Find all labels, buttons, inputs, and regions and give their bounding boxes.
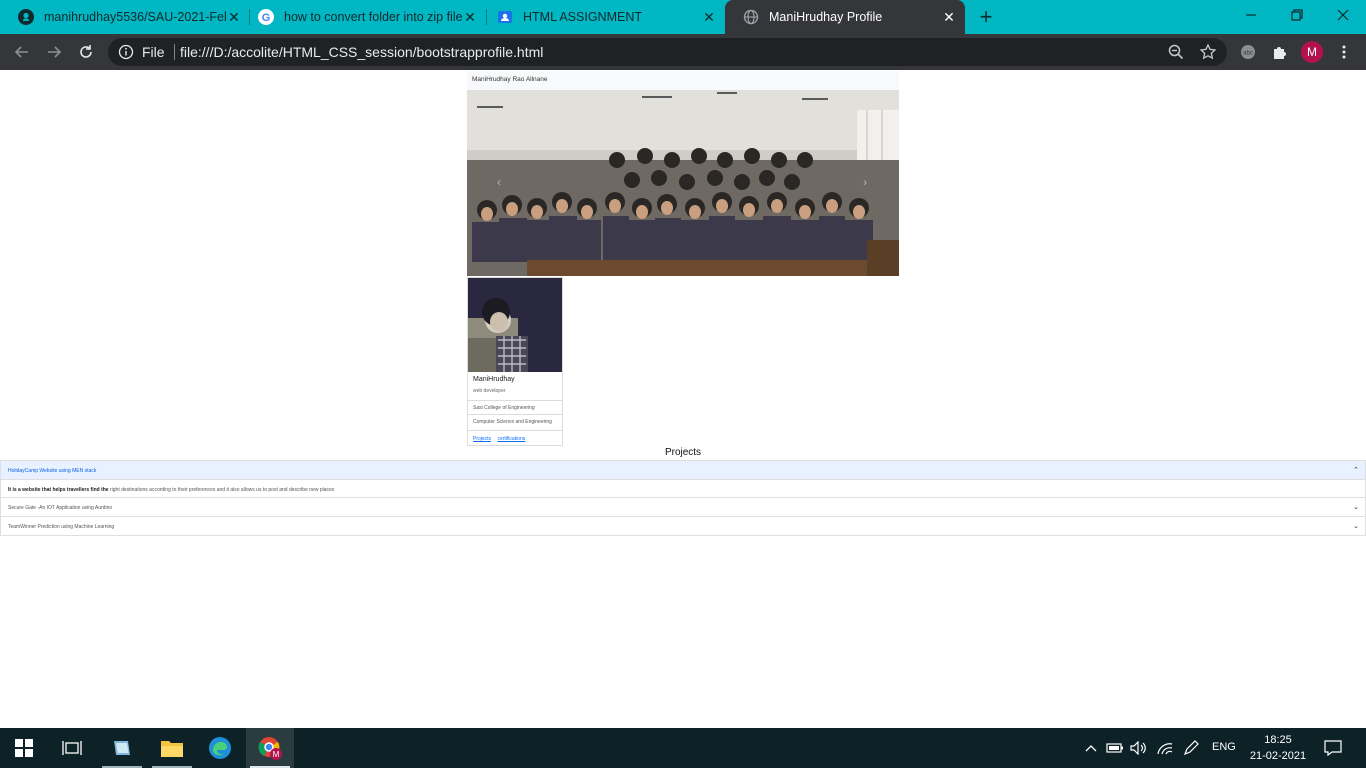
carousel-next-icon[interactable]: ›	[863, 175, 867, 189]
forward-button[interactable]	[42, 40, 66, 64]
chevron-down-icon: ⌄	[1353, 504, 1359, 511]
url-text[interactable]: file:///D:/accolite/HTML_CSS_session/boo…	[180, 44, 543, 60]
navbar-brand[interactable]: ManiHrudhay Rao Allnane	[472, 76, 548, 83]
github-icon	[18, 9, 34, 25]
projects-accordion: HolidayCamp Website using MEN stack ⌃ It…	[0, 460, 1366, 536]
tab-title: manihrudhay5536/SAU-2021-Feb	[44, 10, 226, 24]
accordion-header-teamwinner[interactable]: TeamWinner Prediction using Machine Lear…	[1, 517, 1365, 535]
accordion-header-securegate[interactable]: Secure Gate -An IOT Application using Au…	[1, 498, 1365, 516]
chevron-down-icon: ⌄	[1353, 523, 1359, 530]
windows-start-icon[interactable]	[0, 728, 48, 768]
tab-html-assignment[interactable]: HTML ASSIGNMENT ✕	[479, 0, 725, 34]
extension-badge-icon[interactable]: abc	[1236, 40, 1260, 64]
chevron-up-tray-icon[interactable]	[1082, 739, 1100, 757]
accordion-title: HolidayCamp Website using MEN stack	[8, 468, 97, 474]
language-indicator[interactable]: ENG	[1212, 741, 1236, 753]
google-icon: G	[258, 9, 274, 25]
address-divider	[174, 44, 175, 60]
tab-google[interactable]: G how to convert folder into zip file ✕	[240, 0, 486, 34]
tab-github[interactable]: manihrudhay5536/SAU-2021-Feb ✕	[0, 0, 250, 34]
clock[interactable]: 18:25 21-02-2021	[1248, 732, 1308, 764]
svg-text:M: M	[273, 750, 280, 759]
close-window-button[interactable]	[1320, 0, 1366, 30]
tab-title: how to convert folder into zip file	[284, 10, 462, 24]
carousel-prev-icon[interactable]: ‹	[497, 175, 501, 189]
tab-title: HTML ASSIGNMENT	[523, 10, 642, 24]
task-view-icon[interactable]	[48, 728, 96, 768]
address-bar[interactable]: File file:///D:/accolite/HTML_CSS_sessio…	[108, 38, 1227, 66]
profile-role: web developer	[473, 388, 506, 394]
tab-title: ManiHrudhay Profile	[769, 10, 883, 24]
bookmark-star-icon[interactable]	[1199, 43, 1217, 61]
accordion-item: Secure Gate -An IOT Application using Au…	[0, 498, 1366, 517]
address-scheme-label: File	[142, 44, 165, 60]
svg-text:abc: abc	[1243, 51, 1253, 57]
notepad-app-icon[interactable]	[98, 728, 146, 768]
clock-time: 18:25	[1264, 734, 1292, 746]
notification-icon[interactable]	[1324, 739, 1342, 757]
minimize-button[interactable]	[1228, 0, 1274, 30]
projects-link[interactable]: Projects	[473, 436, 491, 442]
close-icon[interactable]: ✕	[941, 9, 957, 25]
pen-icon[interactable]	[1182, 739, 1200, 757]
accordion-title: TeamWinner Prediction using Machine Lear…	[8, 524, 115, 530]
extensions-puzzle-icon[interactable]	[1268, 40, 1292, 64]
back-button[interactable]	[10, 40, 34, 64]
profile-branch: Computer Science and Engineering	[468, 414, 562, 427]
photo-carousel[interactable]: ‹ ›	[467, 90, 899, 276]
reload-button[interactable]	[74, 40, 98, 64]
globe-icon	[743, 9, 759, 25]
volume-icon[interactable]	[1130, 739, 1148, 757]
accordion-item: TeamWinner Prediction using Machine Lear…	[0, 517, 1366, 536]
battery-icon[interactable]	[1106, 739, 1124, 757]
wifi-icon[interactable]	[1156, 739, 1174, 757]
page-viewport: ManiHrudhay Rao Allnane ‹ › ManiHrudhay …	[0, 70, 1366, 728]
accordion-title: Secure Gate -An IOT Application using Au…	[8, 505, 113, 511]
profile-card: ManiHrudhay web developer Sasi College o…	[467, 277, 563, 446]
menu-kebab-icon[interactable]	[1332, 40, 1356, 64]
browser-toolbar: File file:///D:/accolite/HTML_CSS_sessio…	[0, 34, 1366, 70]
close-icon[interactable]: ✕	[701, 9, 717, 25]
classroom-icon	[497, 9, 513, 25]
taskbar: M ENG 18:25 21-02-2021	[0, 728, 1366, 768]
group-photo	[467, 90, 899, 276]
restore-button[interactable]	[1274, 0, 1320, 30]
info-icon[interactable]	[118, 44, 134, 60]
clock-date: 21-02-2021	[1249, 750, 1307, 762]
profile-avatar[interactable]: M	[1301, 41, 1323, 63]
tab-strip: manihrudhay5536/SAU-2021-Feb ✕ G how to …	[0, 0, 1366, 34]
chrome-app-icon[interactable]: M	[246, 728, 294, 768]
profile-name: ManiHrudhay	[473, 376, 515, 383]
zoom-icon[interactable]	[1167, 43, 1185, 61]
profile-photo	[468, 278, 562, 372]
edge-browser-icon[interactable]	[196, 728, 244, 768]
tab-profile-active[interactable]: ManiHrudhay Profile ✕	[725, 0, 965, 34]
close-icon[interactable]: ✕	[462, 9, 478, 25]
profile-links: Projects certifications	[468, 430, 562, 446]
accordion-body-bold: It is a website that helps travellers fi…	[8, 487, 109, 493]
projects-heading: Projects	[664, 447, 702, 458]
page-navbar: ManiHrudhay Rao Allnane	[467, 71, 899, 90]
accordion-item: HolidayCamp Website using MEN stack ⌃ It…	[0, 460, 1366, 498]
chevron-up-icon: ⌃	[1353, 467, 1359, 474]
accordion-header-holidaycamp[interactable]: HolidayCamp Website using MEN stack ⌃	[1, 461, 1365, 479]
new-tab-button[interactable]: +	[976, 6, 996, 28]
certifications-link[interactable]: certifications	[497, 436, 525, 442]
accordion-body: It is a website that helps travellers fi…	[1, 479, 1365, 497]
accordion-body-text: right destinations according to their pr…	[108, 487, 335, 493]
file-explorer-icon[interactable]	[148, 728, 196, 768]
profile-college: Sasi College of Engineering	[468, 400, 562, 413]
svg-text:G: G	[262, 12, 271, 24]
